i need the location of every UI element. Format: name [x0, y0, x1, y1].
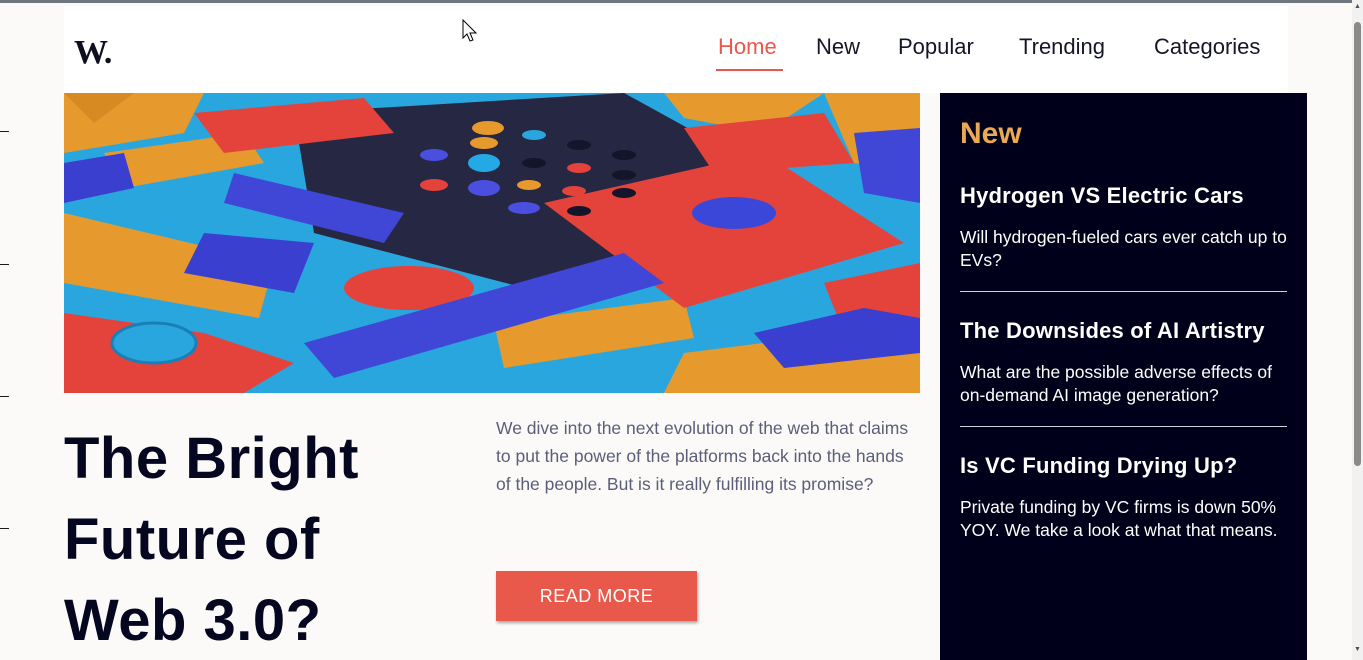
- sidebar-article-description: Private funding by VC firms is down 50% …: [960, 497, 1278, 540]
- sidebar-divider: [960, 426, 1287, 427]
- headline-line: Future of: [64, 507, 320, 572]
- mouse-cursor-icon: [462, 18, 478, 48]
- headline-line: The Bright: [64, 426, 359, 491]
- nav-item-popular[interactable]: Popular: [898, 34, 974, 60]
- edge-tick: [0, 396, 9, 397]
- window-top-border: [0, 0, 1363, 3]
- hero-image: [64, 93, 920, 393]
- site-header: W. Home New Popular Trending Categories: [64, 6, 1288, 93]
- headline-line: Web 3.0?: [64, 588, 322, 653]
- nav-item-new[interactable]: New: [816, 34, 860, 60]
- site-logo[interactable]: W.: [74, 34, 112, 72]
- scroll-up-arrow-icon[interactable]: ▲: [1353, 2, 1362, 11]
- nav-item-home[interactable]: Home: [718, 34, 777, 60]
- sidebar-article-description: What are the possible adverse effects of…: [960, 362, 1272, 405]
- new-articles-sidebar: New Hydrogen VS Electric Cars Will hydro…: [940, 93, 1307, 660]
- browser-viewport: W. Home New Popular Trending Categories: [0, 0, 1363, 660]
- scroll-down-arrow-icon[interactable]: ▼: [1353, 645, 1362, 654]
- nav-item-trending[interactable]: Trending: [1019, 34, 1105, 60]
- sidebar-article-title[interactable]: The Downsides of AI Artistry: [960, 318, 1265, 344]
- edge-tick: [0, 528, 9, 529]
- featured-teaser: We dive into the next evolution of the w…: [496, 418, 909, 494]
- edge-tick: [0, 131, 9, 132]
- sidebar-article-title[interactable]: Is VC Funding Drying Up?: [960, 453, 1237, 479]
- sidebar-article-title[interactable]: Hydrogen VS Electric Cars: [960, 183, 1244, 209]
- featured-headline: The Bright Future of Web 3.0?: [64, 418, 464, 660]
- nav-item-categories[interactable]: Categories: [1154, 34, 1260, 60]
- scroll-thumb[interactable]: [1354, 22, 1361, 466]
- edge-tick: [0, 264, 9, 265]
- sidebar-article-description: Will hydrogen-fueled cars ever catch up …: [960, 227, 1287, 270]
- sidebar-divider: [960, 291, 1287, 292]
- abstract-blocks-illustration: [64, 93, 920, 393]
- sidebar-title: New: [960, 117, 1022, 150]
- nav-active-underline: [716, 69, 783, 71]
- read-more-button[interactable]: READ MORE: [496, 571, 697, 621]
- page-scrollbar[interactable]: ▲ ▼: [1352, 0, 1363, 660]
